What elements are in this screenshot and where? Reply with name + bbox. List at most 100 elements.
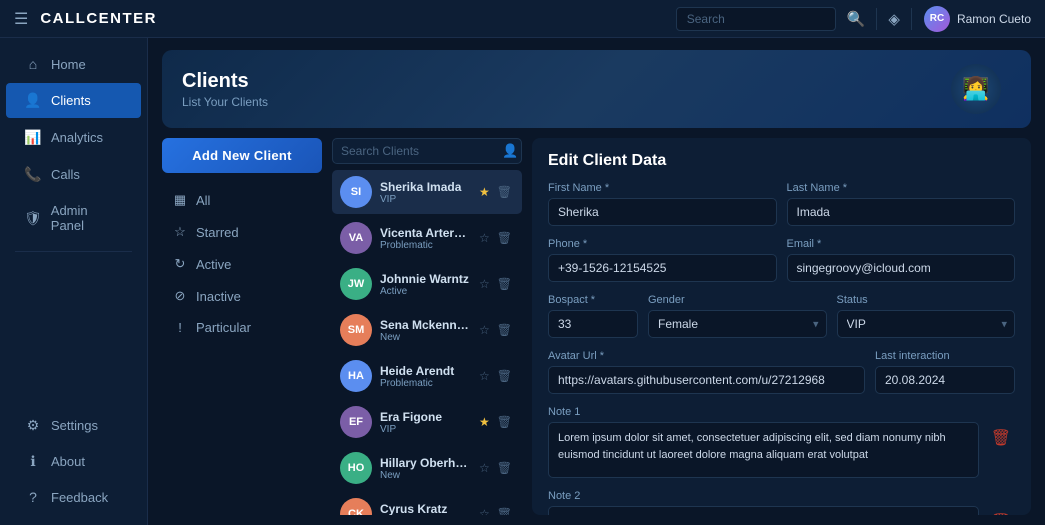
gender-label: Gender: [648, 294, 827, 306]
client-item[interactable]: SI Sherika Imada VIP ★ 🗑: [332, 170, 522, 214]
client-item[interactable]: CK Cyrus Kratz New ☆ 🗑: [332, 492, 522, 515]
hamburger-icon[interactable]: ☰: [14, 9, 28, 29]
inactive-icon: ⊘: [172, 288, 188, 304]
hero-subtitle: List Your Clients: [182, 95, 268, 109]
feedback-icon: ?: [24, 489, 42, 505]
delete-button[interactable]: 🗑: [495, 184, 514, 200]
note1-label: Note 1: [548, 406, 1015, 418]
last-name-input[interactable]: [787, 198, 1016, 226]
last-interaction-group: Last interaction: [875, 350, 1015, 394]
star-button[interactable]: ☆: [477, 368, 492, 384]
delete-button[interactable]: 🗑: [495, 230, 514, 246]
client-info: Heide Arendt Problematic: [380, 364, 469, 389]
client-item[interactable]: HA Heide Arendt Problematic ☆ 🗑: [332, 354, 522, 398]
sidebar-item-calls[interactable]: 📞 Calls: [6, 157, 141, 192]
filter-all[interactable]: ▦ All: [162, 185, 322, 215]
filter-particular[interactable]: ! Particular: [162, 313, 322, 342]
star-button[interactable]: ★: [477, 414, 492, 430]
status-group: Status VIP Active Inactive New Problemat…: [837, 294, 1016, 338]
about-icon: ℹ: [24, 453, 42, 470]
bospact-group: Bospact *: [548, 294, 638, 338]
star-button[interactable]: ☆: [477, 230, 492, 246]
gender-select[interactable]: Male Female Other: [648, 310, 827, 338]
sidebar-item-admin[interactable]: 🛡 Admin Panel: [6, 194, 141, 242]
sidebar-item-analytics[interactable]: 📊 Analytics: [6, 120, 141, 155]
clients-icon: 👤: [24, 92, 42, 109]
add-new-client-button[interactable]: Add New Client: [162, 138, 322, 173]
last-name-label: Last Name *: [787, 182, 1016, 194]
delete-button[interactable]: 🗑: [495, 414, 514, 430]
filter-active[interactable]: ↻ Active: [162, 249, 322, 279]
client-item[interactable]: EF Era Figone VIP ★ 🗑: [332, 400, 522, 444]
filter-label: Starred: [196, 225, 239, 240]
filter-list: ▦ All ☆ Starred ↻ Active ⊘ Inactive: [162, 185, 322, 342]
delete-button[interactable]: 🗑: [495, 276, 514, 292]
contact-row: Phone * Email *: [548, 238, 1015, 282]
sidebar-item-feedback[interactable]: ? Feedback: [6, 480, 141, 514]
star-button[interactable]: ☆: [477, 460, 492, 476]
delete-button[interactable]: 🗑: [495, 460, 514, 476]
note2-textarea[interactable]: [548, 506, 979, 515]
search-icon[interactable]: 🔍: [842, 8, 871, 30]
main-layout: ⌂ Home 👤 Clients 📊 Analytics 📞 Calls 🛡 A…: [0, 38, 1045, 525]
note1-group: Note 1 🗑: [548, 406, 1015, 478]
client-item[interactable]: VA Vicenta Arterberry Problematic ☆ 🗑: [332, 216, 522, 260]
star-button[interactable]: ☆: [477, 276, 492, 292]
sidebar-item-settings[interactable]: ⚙ Settings: [6, 408, 141, 443]
first-name-input[interactable]: [548, 198, 777, 226]
settings-icon: ⚙: [24, 417, 42, 434]
sidebar-item-about[interactable]: ℹ About: [6, 444, 141, 479]
first-name-label: First Name *: [548, 182, 777, 194]
location-icon[interactable]: ◈: [883, 8, 905, 30]
note2-group: Note 2 🗑: [548, 490, 1015, 515]
sidebar: ⌂ Home 👤 Clients 📊 Analytics 📞 Calls 🛡 A…: [0, 38, 148, 525]
client-item[interactable]: HO Hillary Oberhaus New ☆ 🗑: [332, 446, 522, 490]
status-label: Status: [837, 294, 1016, 306]
status-select[interactable]: VIP Active Inactive New Problematic: [837, 310, 1016, 338]
delete-button[interactable]: 🗑: [495, 322, 514, 338]
client-item[interactable]: JW Johnnie Warntz Active ☆ 🗑: [332, 262, 522, 306]
client-info: Vicenta Arterberry Problematic: [380, 226, 469, 251]
filter-starred[interactable]: ☆ Starred: [162, 217, 322, 247]
star-button[interactable]: ★: [477, 184, 492, 200]
clients-content: Add New Client ▦ All ☆ Starred ↻ Active: [148, 128, 1045, 525]
filter-inactive[interactable]: ⊘ Inactive: [162, 281, 322, 311]
bospact-input[interactable]: [548, 310, 638, 338]
sidebar-item-label: Feedback: [51, 490, 108, 505]
client-info: Cyrus Kratz New: [380, 502, 469, 516]
star-button[interactable]: ☆: [477, 322, 492, 338]
status-select-wrapper: VIP Active Inactive New Problematic: [837, 310, 1016, 338]
email-label: Email *: [787, 238, 1016, 250]
note2-delete-button[interactable]: 🗑: [987, 510, 1015, 515]
all-icon: ▦: [172, 192, 188, 208]
note1-textarea[interactable]: [548, 422, 979, 478]
client-avatar: SM: [340, 314, 372, 346]
add-client-icon[interactable]: 👤: [502, 143, 518, 159]
avatar-url-input[interactable]: [548, 366, 865, 394]
search-input[interactable]: [676, 7, 836, 31]
client-item[interactable]: SM Sena Mckenney New ☆ 🗑: [332, 308, 522, 352]
topnav: ☰ CALLCENTER 🔍 ◈ RC Ramon Cueto: [0, 0, 1045, 38]
note1-delete-button[interactable]: 🗑: [987, 426, 1015, 450]
phone-input[interactable]: [548, 254, 777, 282]
delete-button[interactable]: 🗑: [495, 506, 514, 515]
client-avatar: EF: [340, 406, 372, 438]
email-input[interactable]: [787, 254, 1016, 282]
client-actions: ☆ 🗑: [477, 230, 514, 246]
sidebar-bottom: ⚙ Settings ℹ About ? Feedback: [0, 407, 147, 525]
star-button[interactable]: ☆: [477, 506, 492, 515]
client-tag: New: [380, 332, 469, 343]
last-interaction-input[interactable]: [875, 366, 1015, 394]
filter-label: Active: [196, 257, 231, 272]
sidebar-item-label: Clients: [51, 93, 91, 108]
client-avatar: CK: [340, 498, 372, 515]
user-menu[interactable]: RC Ramon Cueto: [924, 6, 1031, 32]
delete-button[interactable]: 🗑: [495, 368, 514, 384]
client-search-input[interactable]: [341, 144, 496, 158]
app-brand: CALLCENTER: [40, 10, 663, 27]
client-name: Johnnie Warntz: [380, 272, 469, 286]
hero-circle: 👩‍💻: [951, 64, 1001, 114]
name-row: First Name * Last Name *: [548, 182, 1015, 226]
sidebar-item-clients[interactable]: 👤 Clients: [6, 83, 141, 118]
sidebar-item-home[interactable]: ⌂ Home: [6, 47, 141, 81]
